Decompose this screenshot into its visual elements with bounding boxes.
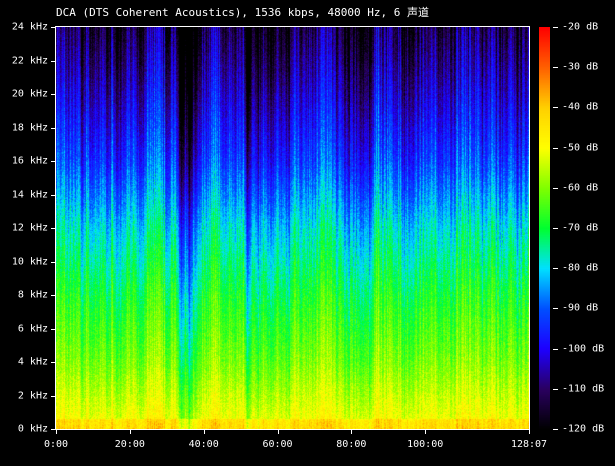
x-tick-label: 60:00 — [262, 439, 293, 450]
colorbar-tick — [553, 147, 558, 149]
y-tick — [51, 127, 56, 129]
y-tick — [51, 328, 56, 330]
y-tick — [51, 395, 56, 397]
x-tick — [529, 429, 530, 434]
colorbar-tick — [553, 429, 558, 430]
y-tick — [51, 194, 56, 196]
y-tick — [51, 60, 56, 62]
x-tick — [56, 429, 57, 434]
y-tick — [51, 94, 56, 95]
y-tick-label: 0 kHz — [17, 423, 48, 435]
y-tick-label: 2 kHz — [17, 390, 48, 401]
y-tick-label: 12 kHz — [11, 222, 48, 234]
y-tick — [51, 228, 56, 229]
x-tick-label: 20:00 — [114, 439, 145, 450]
y-tick — [51, 27, 56, 28]
colorbar-tick — [553, 27, 558, 28]
colorbar-tick-label: -110 dB — [562, 383, 605, 395]
y-tick-label: 18 kHz — [11, 122, 48, 133]
y-tick — [51, 261, 56, 263]
y-tick — [51, 362, 56, 363]
colorbar-tick — [553, 348, 558, 350]
colorbar-tick — [553, 268, 558, 270]
y-tick-label: 4 kHz — [17, 356, 48, 368]
colorbar-tick-label: -30 dB — [562, 61, 599, 73]
x-tick-label: 0:00 — [43, 439, 69, 450]
y-tick — [51, 295, 56, 296]
colorbar-tick-label: -120 dB — [562, 423, 605, 435]
colorbar-tick-label: -20 dB — [562, 21, 599, 33]
y-tick-label: 6 kHz — [17, 323, 48, 334]
colorbar-tick — [553, 388, 558, 390]
chart-title: DCA (DTS Coherent Acoustics), 1536 kbps,… — [56, 6, 429, 19]
x-tick-label: 100:00 — [407, 439, 444, 450]
plot-frame — [55, 26, 530, 430]
colorbar-tick-label: -60 dB — [562, 182, 599, 194]
y-tick — [51, 161, 56, 162]
colorbar-tick-label: -80 dB — [562, 262, 599, 274]
x-tick-label: 128:07 — [510, 439, 548, 450]
colorbar-tick-label: -50 dB — [562, 142, 599, 154]
colorbar-tick — [553, 228, 558, 229]
colorbar-tick — [553, 308, 558, 310]
y-tick-label: 10 kHz — [11, 256, 48, 267]
x-tick — [351, 429, 353, 434]
y-tick-label: 24 kHz — [11, 21, 48, 33]
y-tick-label: 22 kHz — [11, 55, 48, 66]
colorbar-tick-label: -90 dB — [562, 302, 599, 314]
colorbar-tick — [553, 67, 558, 69]
x-tick — [129, 429, 131, 434]
y-tick-label: 16 kHz — [11, 155, 48, 167]
y-tick-label: 20 kHz — [11, 88, 48, 100]
x-tick — [425, 429, 427, 434]
colorbar-tick-label: -100 dB — [562, 343, 605, 355]
y-tick-label: 14 kHz — [11, 189, 48, 200]
x-tick-label: 80:00 — [336, 439, 367, 450]
colorbar — [539, 27, 550, 429]
y-tick-label: 8 kHz — [17, 289, 48, 301]
x-tick — [203, 429, 205, 434]
colorbar-tick-label: -70 dB — [562, 222, 599, 234]
x-tick — [277, 429, 279, 434]
x-tick-label: 40:00 — [188, 439, 219, 450]
colorbar-tick — [553, 107, 558, 109]
colorbar-tick-label: -40 dB — [562, 101, 599, 113]
colorbar-tick — [553, 187, 558, 189]
